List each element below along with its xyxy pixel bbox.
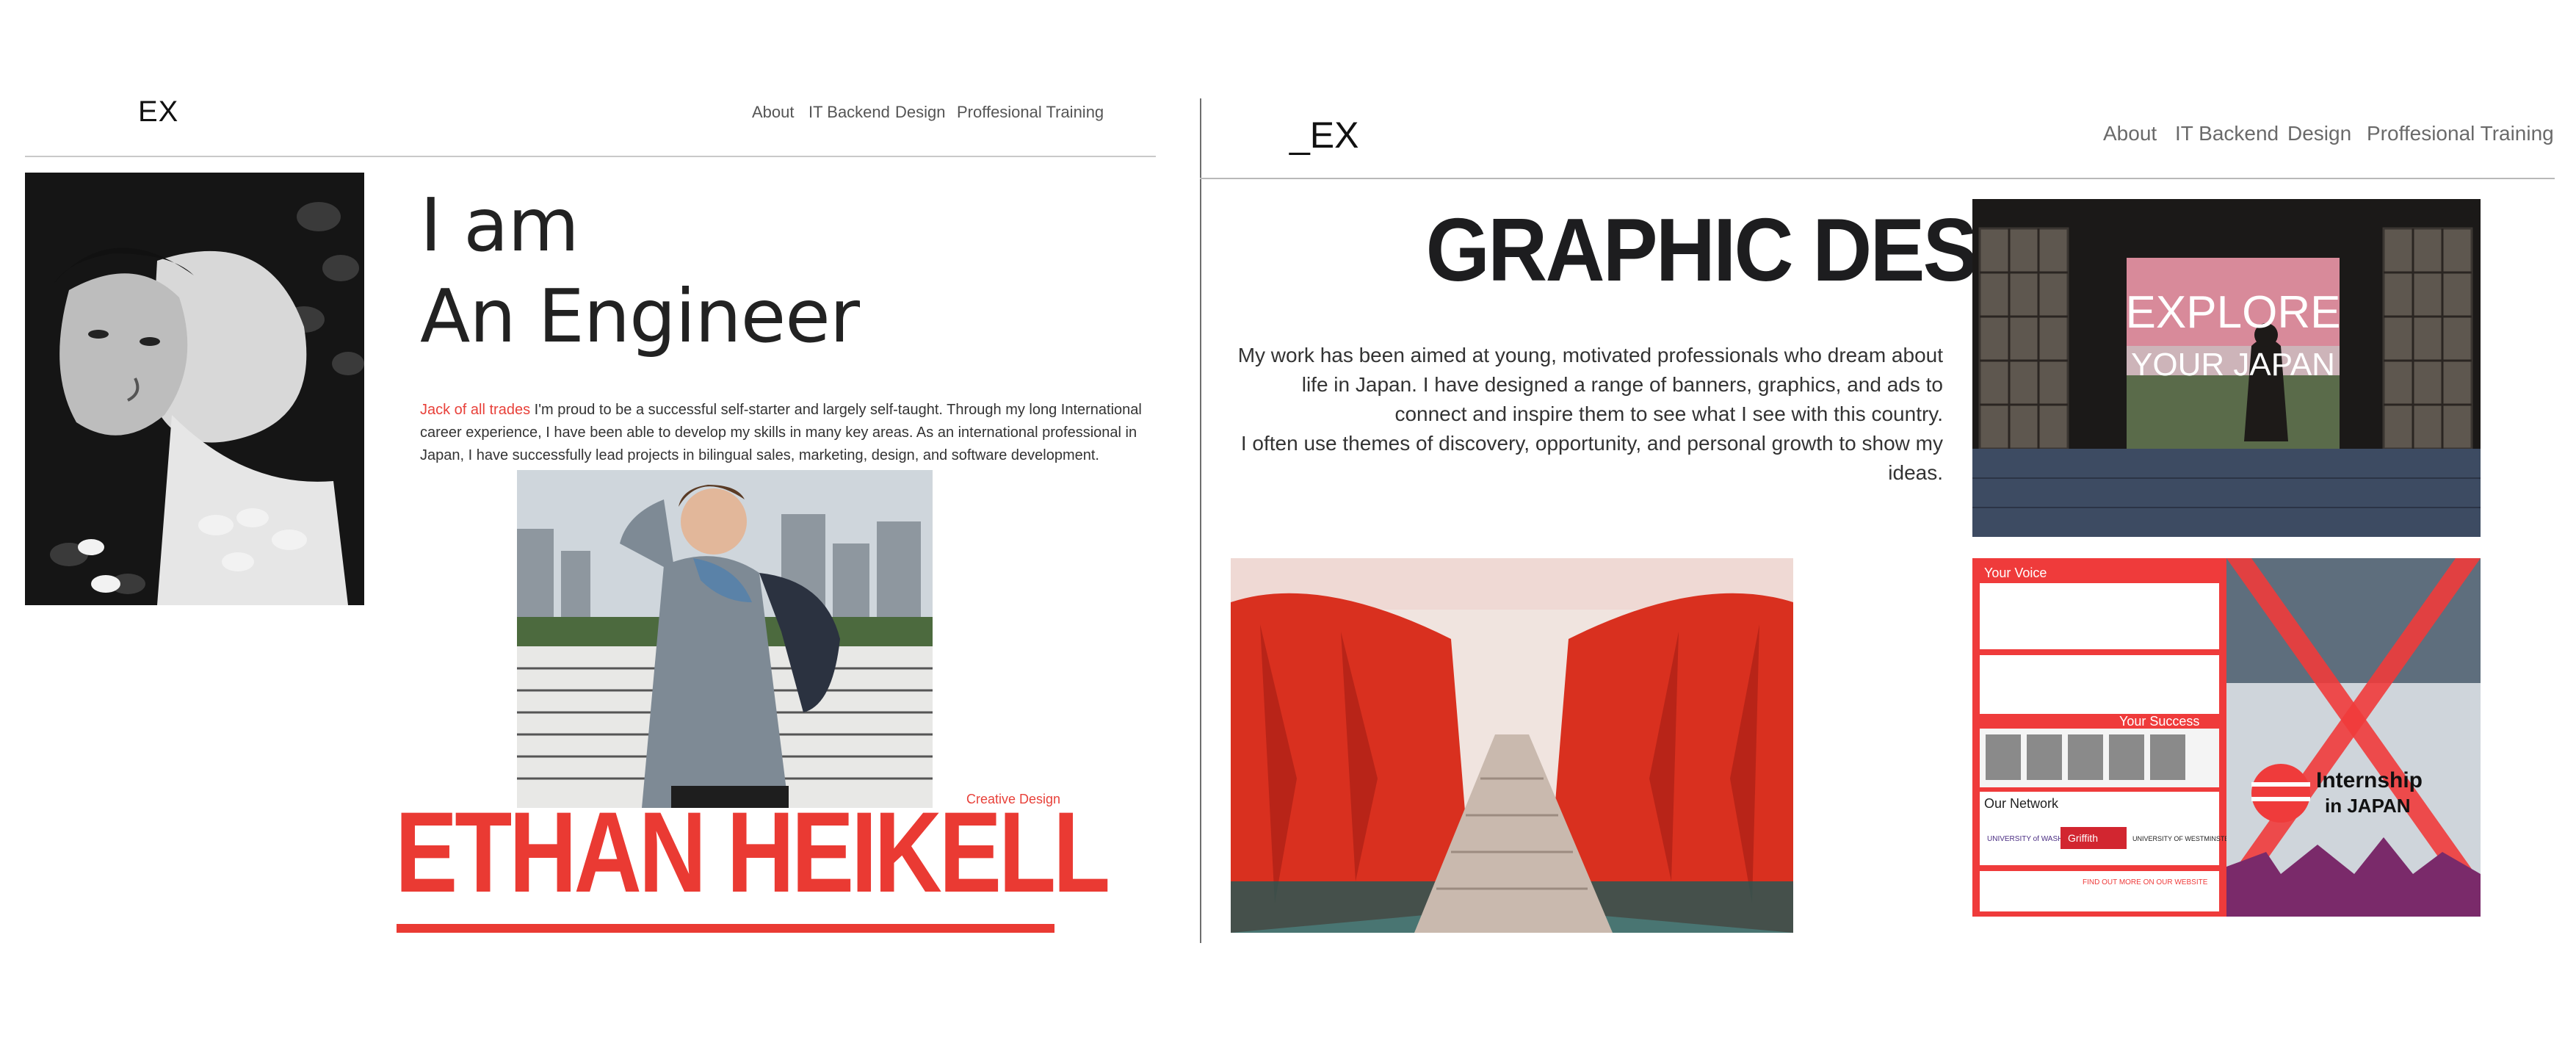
intro-accent-text: Jack of all trades (420, 402, 531, 418)
description-line-2: I often use themes of discovery, opportu… (1240, 432, 1943, 484)
left-logo[interactable]: EX (138, 95, 178, 129)
portrait-photo (517, 470, 933, 808)
name-underline (397, 924, 1054, 933)
right-nav-about[interactable]: About (2103, 122, 2157, 145)
center-divider (1200, 98, 1201, 943)
description-line-1: My work has been aimed at young, motivat… (1237, 344, 1943, 425)
headline-an-engineer: An Engineer (420, 273, 860, 359)
poster-your-voice: Your Voice (1984, 566, 2047, 580)
poster-our-network: Our Network (1984, 796, 2059, 811)
internship-japan-poster: Your Voice Your Success Our Network UNIV… (1972, 558, 2481, 917)
left-nav-it-backend[interactable]: IT Backend (808, 103, 890, 122)
name-title: ETHAN HEIKELL (395, 789, 1110, 917)
poster-university-3: UNIVERSITY OF WESTMINSTER (2132, 835, 2234, 842)
bw-portrait-photo (25, 173, 364, 605)
left-nav-professional-training[interactable]: Proffesional Training (957, 103, 1104, 122)
right-logo[interactable]: _EX (1289, 114, 1359, 156)
poster-your-success: Your Success (2119, 714, 2199, 729)
graphic-design-title: GRAPHIC DESIGN (1425, 200, 2119, 300)
your-japan-text: YOUR JAPAN (2131, 347, 2335, 383)
right-nav-it-backend[interactable]: IT Backend (2175, 122, 2279, 145)
graphic-design-description: My work has been aimed at young, motivat… (1234, 341, 1943, 488)
headline-i-am: I am (420, 182, 579, 268)
right-nav-professional-training[interactable]: Proffesional Training (2367, 122, 2554, 145)
right-header-divider (1200, 178, 2555, 179)
right-nav-design[interactable]: Design (2287, 122, 2351, 145)
left-header-divider (25, 156, 1156, 157)
poster-cta: FIND OUT MORE ON OUR WEBSITE (2083, 878, 2208, 886)
left-nav-about[interactable]: About (752, 103, 795, 122)
red-forest-path-image (1231, 558, 1793, 933)
explore-japan-image: EXPLORE YOUR JAPAN (1972, 199, 2481, 537)
left-nav-design[interactable]: Design (895, 103, 945, 122)
poster-brand-line2: in JAPAN (2325, 795, 2411, 817)
poster-university-2: Griffith (2068, 832, 2098, 844)
explore-text: EXPLORE (2126, 287, 2341, 338)
intro-paragraph: Jack of all trades I'm proud to be a suc… (420, 399, 1154, 467)
poster-brand-line1: Internship (2316, 768, 2423, 792)
